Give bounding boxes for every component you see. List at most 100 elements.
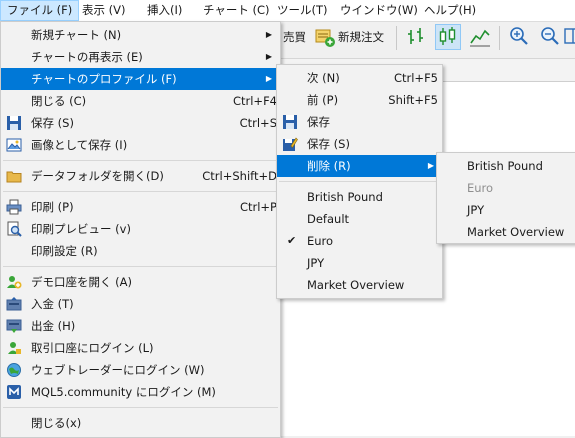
delete-item-jpy[interactable]: JPY (437, 199, 575, 221)
menu-item-shortcut: Ctrl+Shift+D (202, 169, 277, 183)
menu-item-label: 閉じる(x) (31, 416, 82, 430)
menu-item-previous-profile[interactable]: 前 (P) Shift+F5 (277, 89, 442, 111)
zoom-in-icon[interactable] (506, 24, 532, 50)
file-menu: 新規チャート (N) ▶ チャートの再表示 (E) ▶ チャートのプロファイル … (0, 21, 281, 438)
folder-icon (6, 168, 22, 184)
bar-chart-icon[interactable] (404, 24, 430, 50)
menu-item-label: 閉じる (C) (31, 94, 87, 108)
menu-item-print[interactable]: 印刷 (P) Ctrl+P (1, 196, 280, 218)
menu-item-save-profile-as[interactable]: 保存 (S) (277, 133, 442, 155)
menu-item-label: 印刷プレビュー (v) (31, 222, 131, 236)
menu-item-print-setup[interactable]: 印刷設定 (R) (1, 240, 280, 262)
menu-item-label: チャートのプロファイル (F) (31, 72, 177, 86)
menu-item-login-trade-account[interactable]: 取引口座にログイン (L) (1, 337, 280, 359)
toolbar-separator (396, 26, 397, 50)
checkmark-icon: ✔ (287, 234, 297, 247)
menu-item-reopen-chart[interactable]: チャートの再表示 (E) ▶ (1, 46, 280, 68)
menu-item-label: Market Overview (467, 225, 565, 239)
menu-item-shortcut: Ctrl+P (239, 200, 277, 214)
menu-item-open-data-folder[interactable]: データフォルダを開く(D) Ctrl+Shift+D (1, 165, 280, 187)
menu-item-label: 保存 (S) (31, 116, 74, 130)
submenu-arrow-icon: ▶ (265, 52, 272, 61)
floppy-disk-icon (282, 114, 298, 130)
menu-separator (3, 160, 278, 161)
floppy-disk-icon (6, 115, 22, 131)
menu-item-label: JPY (307, 256, 325, 270)
menu-item-label: Market Overview (307, 278, 405, 292)
new-order-button[interactable]: 新規注文 (338, 24, 384, 50)
menu-chart[interactable]: チャート (C) (196, 0, 277, 21)
line-chart-icon[interactable] (467, 24, 493, 50)
printer-icon (6, 199, 22, 215)
menu-item-label: JPY (467, 203, 485, 217)
profile-item[interactable]: ✔ Euro (277, 230, 442, 252)
menu-item-label: 新規チャート (N) (31, 28, 122, 42)
print-preview-icon (6, 221, 22, 237)
menu-item-save-as-image[interactable]: 画像として保存 (I) (1, 134, 280, 156)
menu-item-next-profile[interactable]: 次 (N) Ctrl+F5 (277, 67, 442, 89)
menu-item-label: 入金 (T) (31, 297, 74, 311)
menu-item-label: デモ口座を開く (A) (31, 275, 132, 289)
menu-item-label: British Pound (467, 159, 543, 173)
menu-item-save[interactable]: 保存 (S) Ctrl+S (1, 112, 280, 134)
menu-item-label: 画像として保存 (I) (31, 138, 128, 152)
zoom-out-icon[interactable] (537, 24, 563, 50)
menu-item-login-mql5[interactable]: MQL5.community にログイン (M) (1, 381, 280, 403)
menu-tools[interactable]: ツール(T) (270, 0, 335, 21)
add-account-icon (6, 274, 22, 290)
new-order-icon[interactable] (313, 24, 337, 50)
profile-item[interactable]: British Pound (277, 186, 442, 208)
buy-button[interactable]: 売買 (283, 24, 306, 50)
menu-item-save-profile[interactable]: 保存 (277, 111, 442, 133)
profile-item[interactable]: JPY (277, 252, 442, 274)
profile-item[interactable]: Market Overview (277, 274, 442, 296)
withdraw-icon (6, 318, 22, 334)
delete-item-british-pound[interactable]: British Pound (437, 155, 575, 177)
tile-windows-icon[interactable] (562, 24, 575, 50)
menu-item-delete-profile[interactable]: 削除 (R) ▶ (277, 155, 442, 177)
menu-item-shortcut: Shift+F5 (388, 93, 438, 107)
delete-item-euro: Euro (437, 177, 575, 199)
profile-item[interactable]: Default (277, 208, 442, 230)
menu-item-deposit[interactable]: 入金 (T) (1, 293, 280, 315)
menu-item-label: 印刷設定 (R) (31, 244, 98, 258)
menu-separator (3, 191, 278, 192)
menu-item-label: Euro (307, 234, 334, 248)
submenu-arrow-icon: ▶ (427, 161, 434, 170)
menu-view[interactable]: 表示 (V) (75, 0, 133, 21)
deposit-icon (6, 296, 22, 312)
menu-item-new-chart[interactable]: 新規チャート (N) ▶ (1, 24, 280, 46)
menu-item-label: データフォルダを開く(D) (31, 169, 164, 183)
chart-profiles-submenu: 次 (N) Ctrl+F5 前 (P) Shift+F5 保存 保存 (S) 削… (276, 64, 443, 299)
menu-item-label: 出金 (H) (31, 319, 76, 333)
menu-insert[interactable]: 挿入(I) (140, 0, 189, 21)
menu-item-label: British Pound (307, 190, 383, 204)
menu-item-label: Default (307, 212, 350, 226)
menu-item-shortcut: Ctrl+S (239, 116, 277, 130)
submenu-arrow-icon: ▶ (265, 74, 272, 83)
menu-item-open-demo-account[interactable]: デモ口座を開く (A) (1, 271, 280, 293)
menu-file[interactable]: ファイル (F) (0, 0, 80, 21)
globe-icon (6, 362, 22, 378)
menu-item-close[interactable]: 閉じる (C) Ctrl+F4 (1, 90, 280, 112)
menu-item-exit[interactable]: 閉じる(x) (1, 412, 280, 434)
delete-profile-submenu: British Pound Euro JPY Market Overview (436, 152, 575, 244)
menu-item-print-preview[interactable]: 印刷プレビュー (v) (1, 218, 280, 240)
delete-item-market-overview[interactable]: Market Overview (437, 221, 575, 243)
menu-item-label: 前 (P) (307, 93, 339, 107)
menu-item-label: 保存 (307, 115, 330, 129)
picture-icon (6, 137, 22, 153)
menu-separator (3, 266, 278, 267)
menu-item-label: 保存 (S) (307, 137, 350, 151)
menu-help[interactable]: ヘルプ(H) (417, 0, 483, 21)
account-login-icon (6, 340, 22, 356)
menu-item-withdraw[interactable]: 出金 (H) (1, 315, 280, 337)
menu-item-chart-profiles[interactable]: チャートのプロファイル (F) ▶ (1, 68, 280, 90)
menu-item-label: 取引口座にログイン (L) (31, 341, 154, 355)
menu-item-label: 次 (N) (307, 71, 340, 85)
menu-item-login-web-trader[interactable]: ウェブトレーダーにログイン (W) (1, 359, 280, 381)
candlestick-chart-icon[interactable] (435, 24, 461, 50)
menu-separator (279, 181, 440, 182)
menu-window[interactable]: ウインドウ(W) (333, 0, 425, 21)
toolbar-separator (499, 26, 500, 50)
